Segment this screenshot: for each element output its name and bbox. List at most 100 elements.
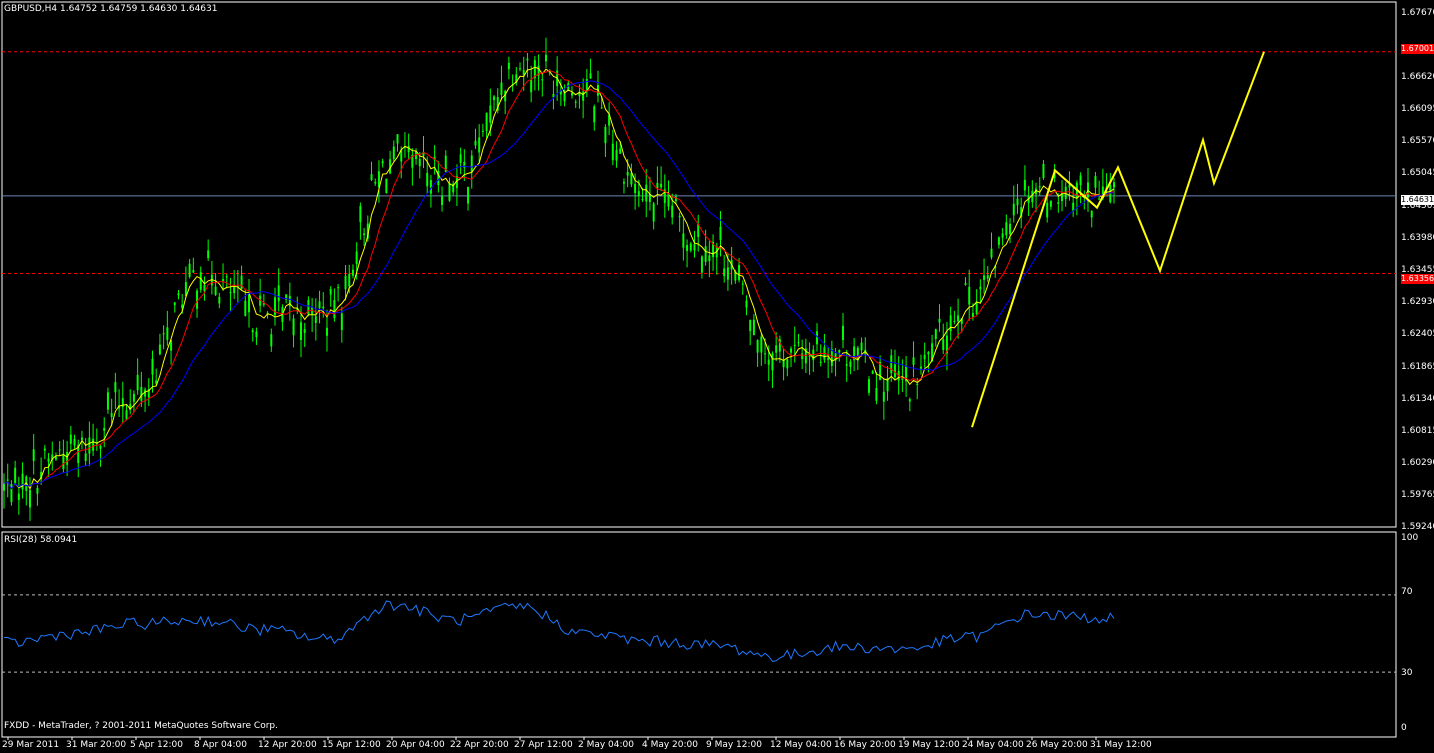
price-candle-body: [84, 453, 87, 461]
price-candle-body: [125, 410, 128, 420]
price-candle-body: [741, 283, 744, 285]
price-candle-body: [325, 327, 328, 336]
price-candle-body: [467, 187, 470, 204]
price-candle-body: [678, 215, 681, 218]
price-candle-body: [582, 91, 585, 101]
price-candle-body: [448, 182, 451, 201]
price-tick: 1.60290: [1401, 458, 1434, 468]
price-candle-body: [660, 183, 663, 188]
price-candle-body: [218, 296, 221, 304]
price-candle-body: [32, 449, 35, 461]
price-candle-body: [519, 68, 522, 70]
price-candle-body: [860, 342, 863, 351]
price-tick: 1.60815: [1401, 426, 1434, 436]
price-candle-body: [845, 364, 848, 366]
time-tick: 12 Apr 20:00: [258, 740, 317, 750]
price-candle-body: [652, 203, 655, 222]
price-candle-body: [173, 302, 176, 306]
time-tick: 9 May 12:00: [706, 740, 762, 750]
price-candle-body: [611, 143, 614, 161]
price-candle-body: [738, 264, 741, 281]
price-candle-body: [585, 78, 588, 90]
price-candle-body: [199, 272, 202, 290]
price-candle-body: [700, 256, 703, 273]
price-candle-body: [882, 391, 885, 402]
price-candle-body: [957, 315, 960, 322]
time-tick: 22 Apr 20:00: [450, 740, 509, 750]
price-candle-body: [570, 92, 573, 96]
rsi-panel-border: [1, 531, 1397, 738]
price-candle-body: [953, 320, 956, 322]
price-candle-body: [849, 361, 852, 367]
price-candle-body: [912, 357, 915, 365]
rsi-level-100: 100: [1401, 533, 1419, 543]
price-candle-body: [938, 318, 941, 323]
price-candle-body: [322, 306, 325, 309]
time-tick: 20 Apr 04:00: [386, 740, 445, 750]
price-candle-body: [418, 158, 421, 167]
price-candle-body: [441, 195, 444, 205]
price-candle-body: [645, 184, 648, 202]
price-candle-body: [222, 279, 225, 282]
price-candle-body: [106, 392, 109, 410]
price-candle-body: [923, 354, 926, 360]
price-candle-body: [1057, 202, 1060, 204]
slow-moving-average-line: [3, 80, 1115, 490]
current-price-tag: 1.64631: [1401, 195, 1434, 205]
price-candle-body: [622, 181, 625, 184]
price-candle-body: [526, 58, 529, 61]
price-candle-body: [110, 413, 113, 417]
price-candle-body: [1005, 222, 1008, 236]
price-candle-body: [819, 361, 822, 363]
price-candle-body: [793, 344, 796, 346]
price-candle-body: [337, 287, 340, 289]
rsi-indicator-label: RSI(28) 58.0941: [4, 535, 78, 545]
price-candle-body: [838, 349, 841, 353]
price-candle-body: [1113, 182, 1115, 188]
price-candle-body: [693, 244, 696, 251]
price-candle-body: [244, 300, 247, 316]
price-candle-body: [6, 479, 9, 481]
price-candle-body: [17, 493, 20, 500]
time-tick: 4 May 20:00: [642, 740, 698, 750]
price-tick: 1.61865: [1401, 362, 1434, 372]
time-tick: 8 Apr 04:00: [194, 740, 247, 750]
price-candle-body: [463, 161, 466, 168]
price-candle-body: [615, 149, 618, 161]
lower-level-price-tag: 1.63356: [1401, 274, 1434, 284]
price-candle-body: [251, 329, 254, 333]
price-candle-body: [1046, 202, 1049, 218]
price-candle-body: [359, 206, 362, 223]
price-candle-body: [927, 352, 930, 355]
price-candle-body: [1079, 175, 1082, 186]
price-tick: 1.63980: [1401, 233, 1434, 243]
price-candle-body: [971, 312, 974, 317]
price-candle-body: [489, 105, 492, 123]
price-candle-body: [719, 226, 722, 240]
price-candle-body: [21, 473, 24, 490]
price-candle-body: [318, 301, 321, 309]
price-candle-body: [177, 293, 180, 296]
price-candle-body: [637, 191, 640, 197]
metatrader-chart-window: GBPUSD,H4 1.64752 1.64759 1.64630 1.6463…: [0, 0, 1434, 753]
price-candle-body: [726, 267, 729, 280]
price-candle-body: [292, 318, 295, 336]
price-candle-body: [682, 233, 685, 248]
price-candle-body: [968, 286, 971, 305]
price-candle-body: [58, 449, 61, 451]
price-candle-body: [103, 428, 106, 431]
price-candle-body: [207, 250, 210, 259]
price-candle-body: [975, 301, 978, 315]
price-candle-body: [370, 174, 373, 180]
price-candle-body: [764, 353, 767, 355]
price-candle-body: [708, 255, 711, 262]
price-tick: 1.66620: [1401, 72, 1434, 82]
price-candle-body: [99, 445, 102, 449]
rsi-level-0: 0: [1401, 723, 1407, 733]
time-tick: 31 May 12:00: [1090, 740, 1152, 750]
price-candle-body: [749, 319, 752, 332]
price-chart[interactable]: [0, 0, 1434, 753]
price-candle-body: [303, 328, 306, 333]
price-candle-body: [686, 245, 689, 252]
price-candle-body: [641, 199, 644, 201]
